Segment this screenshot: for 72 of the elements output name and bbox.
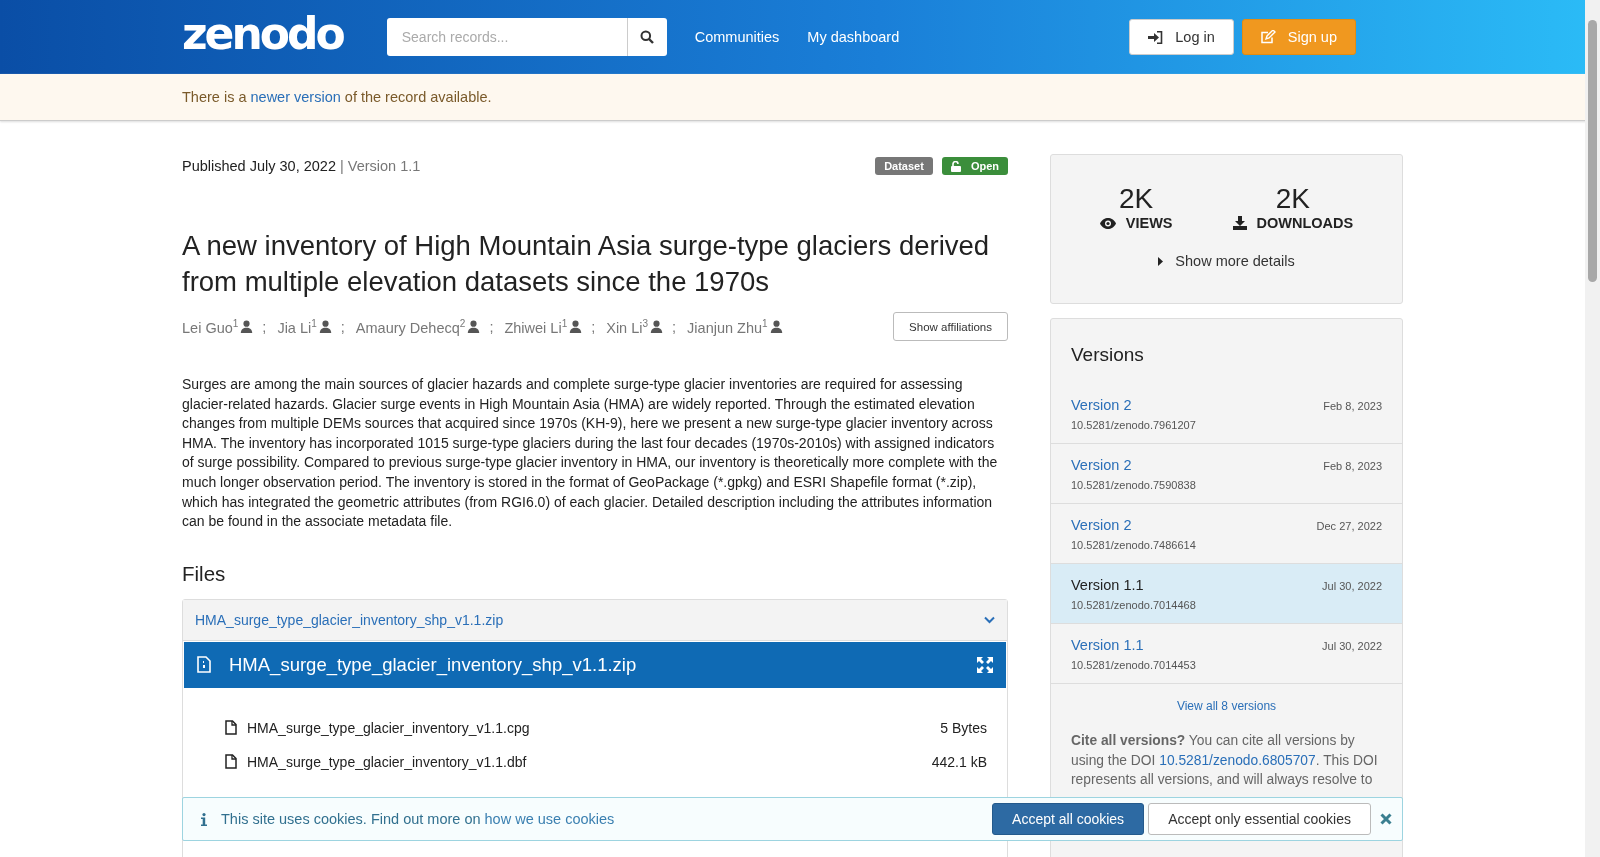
stat-value: 2K (1275, 183, 1310, 215)
version-label: | Version 1.1 (340, 158, 421, 174)
person-icon (240, 320, 254, 333)
nav-link[interactable]: Communities (694, 29, 780, 45)
stat-value: 2K (1119, 183, 1154, 215)
caret-right-icon (1158, 256, 1164, 266)
nav-link[interactable]: My dashboard (807, 29, 900, 45)
stat-label: VIEWS (1125, 215, 1173, 231)
logo[interactable]: zenodo (182, 12, 343, 56)
show-affiliations-button[interactable]: Show affiliations (893, 312, 1008, 341)
separator: ; (262, 318, 267, 335)
cite-text: Cite all versions? You can cite all versions by using the DOI 10.5281/zenodo.6805707. This DOI represents all versions, and will always resolve to (1071, 732, 1379, 789)
stat-label: DOWNLOADS (1256, 215, 1354, 231)
separator: ; (340, 318, 345, 335)
scrollbar[interactable] (1585, 0, 1600, 857)
edit-icon (1260, 30, 1276, 44)
newer-version-link[interactable]: newer version (250, 89, 341, 105)
type-badge: Dataset (875, 157, 933, 175)
sign-in-icon (1148, 30, 1164, 44)
versions-heading: Versions (1071, 344, 1145, 366)
file-size: 442.1 kB (931, 753, 987, 770)
version-item[interactable]: Version 1.1 Jul 30, 2022 10.5281/zenodo.7014468 (1051, 564, 1402, 624)
person-icon (569, 320, 583, 333)
access-badge: Open (941, 157, 1008, 175)
description: Surges are among the main sources of glacier hazards and complete surge-type glacier inventories are required for assessing glacier-related hazards. Glacier surge events in High Mountain Asia (HMA) are widely reported. Through the estimated elevation changes from multiple DEMs sources that acquired since 1970s (KH-9), here we present a new surge-type glacier inventory across HMA. The inventory has incorporated 1015 surge-type glaciers during the last four decades (1970s-2010s) with assigned indicators of surge possibility. Compared to previous surge-type glacier inventory in HMA, our inventory is theoretically more complete with the much longer observation period. The inventory is stored in the format of GeoPackage (*.gpkg) and ESRI Shapefile format (*.zip), which has integrated the geometric attributes (from RGI6.0) of each glacier. Detailed description including the attributes information can be found in the associate metadata file. (182, 375, 999, 532)
author-name[interactable]: Xin Li$^{3}$ (606, 317, 649, 336)
expand-icon[interactable] (977, 656, 993, 673)
eye-icon (1099, 217, 1116, 229)
author-name[interactable]: Zhiwei Li$^{1}$ (504, 317, 568, 336)
accept-all-cookies-button[interactable]: Accept all cookies (992, 803, 1145, 835)
view-all-versions-link[interactable]: View all 8 versions (1176, 699, 1277, 713)
version-item[interactable]: Version 2 Feb 8, 2023 10.5281/zenodo.7590838 (1051, 444, 1402, 504)
separator: ; (489, 318, 494, 335)
files-heading: Files (182, 561, 227, 586)
person-icon (769, 320, 783, 333)
search-icon (640, 30, 655, 44)
author-name[interactable]: Jianjun Zhu$^{1}$ (687, 317, 768, 336)
login-button[interactable]: Log in (1129, 19, 1234, 55)
search-button[interactable] (626, 18, 667, 56)
file-name: HMA_surge_type_glacier_inventory_v1.1.cpg (247, 719, 530, 736)
author-name[interactable]: Jia Li$^{1}$ (277, 317, 317, 336)
zip-file-icon (197, 656, 211, 674)
preview-title: HMA_surge_type_glacier_inventory_shp_v1.1.zip (229, 653, 638, 676)
close-icon (1380, 813, 1392, 825)
info-icon (201, 812, 207, 826)
close-button[interactable] (1380, 813, 1392, 825)
file-size: 5 Bytes (940, 719, 987, 736)
cookie-policy-link[interactable]: how we use cookies (484, 811, 615, 827)
show-more-details-button[interactable]: Show more details (1158, 253, 1295, 269)
file-icon (225, 720, 237, 736)
author-name[interactable]: Amaury Dehecq$^{2}$ (355, 317, 466, 336)
archive-link[interactable]: HMA_surge_type_glacier_inventory_shp_v1.1.zip (195, 611, 504, 628)
unlock-icon (950, 160, 961, 172)
record-title: A new inventory of High Mountain Asia surge-type glaciers derived from multiple elevation datasets since the 1970s (182, 229, 991, 299)
person-icon (650, 320, 664, 333)
author-name[interactable]: Lei Guo$^{1}$ (182, 317, 239, 336)
concept-doi-link[interactable]: 10.5281/zenodo.6805707 (1159, 752, 1316, 768)
person-icon (467, 320, 481, 333)
file-icon (225, 754, 237, 770)
published-date: Published July 30, 2022 (182, 158, 336, 174)
accept-essential-cookies-button[interactable]: Accept only essential cookies (1148, 803, 1371, 835)
version-item[interactable]: Version 2 Feb 8, 2023 10.5281/zenodo.7961207 (1051, 384, 1402, 444)
version-item[interactable]: Version 1.1 Jul 30, 2022 10.5281/zenodo.7014453 (1051, 624, 1402, 684)
search-field[interactable]: Search records... (386, 18, 627, 56)
separator: ; (591, 318, 596, 335)
notice-text: There is a newer version of the record available. (182, 89, 492, 105)
separator: ; (672, 318, 677, 335)
file-name: HMA_surge_type_glacier_inventory_v1.1.dbf (247, 753, 527, 770)
cookie-text: This site uses cookies. Find out more on how we use cookies (221, 811, 615, 827)
download-icon (1232, 216, 1247, 230)
person-icon (318, 320, 332, 333)
chevron-down-icon[interactable] (984, 615, 995, 624)
